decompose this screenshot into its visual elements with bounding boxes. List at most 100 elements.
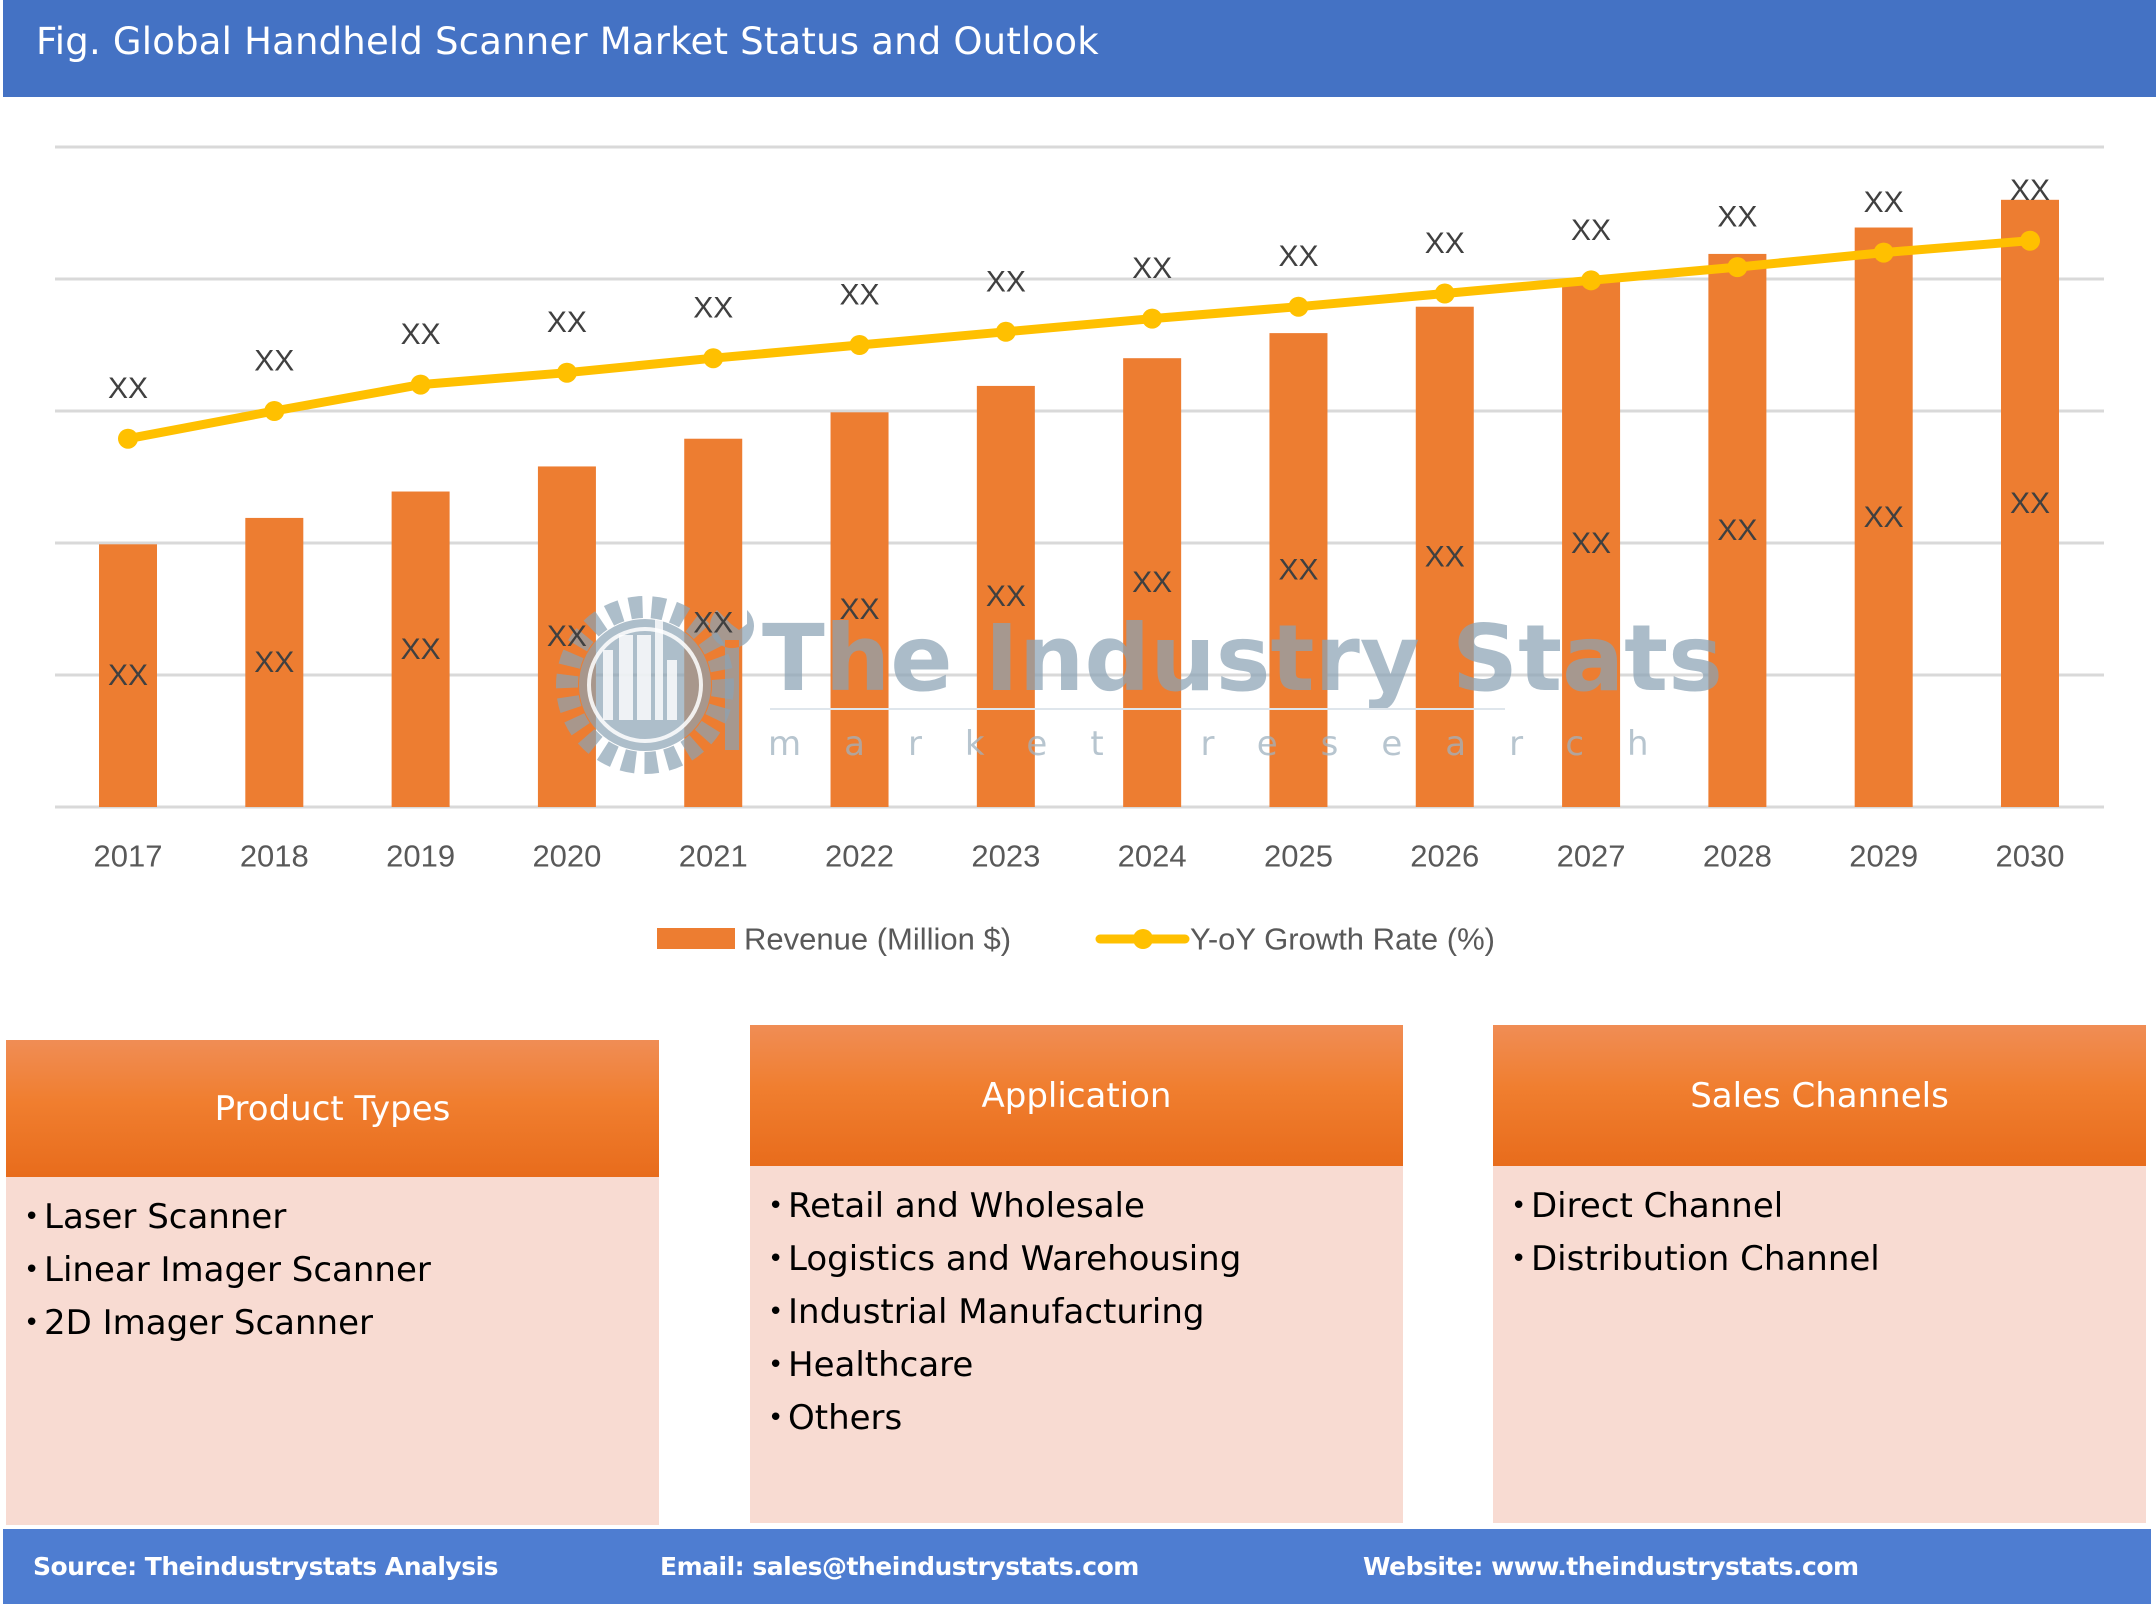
revenue-data-label-2028: XX [1717, 514, 1757, 547]
list-item-label: Others [788, 1398, 903, 1438]
growth-data-label-2029: XX [1864, 186, 1904, 219]
list-item-label: Logistics and Warehousing [788, 1239, 1242, 1279]
list-item: • Laser Scanner [24, 1191, 649, 1244]
list-item: • Others [768, 1392, 1393, 1445]
list-item-label: Distribution Channel [1531, 1239, 1880, 1279]
list-item: • Healthcare [768, 1339, 1393, 1392]
list-item: • Logistics and Warehousing [768, 1233, 1393, 1286]
list-item: • Distribution Channel [1511, 1233, 2136, 1286]
growth-data-label-2020: XX [547, 306, 587, 339]
growth-data-label-2018: XX [254, 345, 294, 378]
growth-data-label-2022: XX [840, 279, 880, 312]
panel-item-list: • Direct Channel • Distribution Channel [1511, 1180, 2136, 1286]
bullet-icon: • [1511, 1191, 1527, 1221]
revenue-bars [99, 199, 2059, 808]
x-tick-label-2018: 2018 [240, 839, 309, 874]
list-item-label: Industrial Manufacturing [788, 1292, 1205, 1332]
list-item: • Retail and Wholesale [768, 1180, 1393, 1233]
revenue-data-label-2030: XX [2010, 487, 2050, 520]
x-tick-label-2020: 2020 [532, 839, 601, 874]
bullet-icon: • [24, 1255, 40, 1285]
growth-data-label-2025: XX [1278, 240, 1318, 273]
x-tick-label-2027: 2027 [1557, 839, 1626, 874]
list-item: • Linear Imager Scanner [24, 1244, 649, 1297]
list-item-label: Linear Imager Scanner [44, 1250, 431, 1290]
growth-data-label-2024: XX [1132, 252, 1172, 285]
bullet-icon: • [768, 1403, 784, 1433]
x-tick-label-2028: 2028 [1703, 839, 1772, 874]
panel-header: Application [750, 1025, 1403, 1166]
revenue-data-label-2024: XX [1132, 566, 1172, 599]
x-tick-label-2029: 2029 [1849, 839, 1918, 874]
revenue-data-label-2017: XX [108, 659, 148, 692]
footer: Source: Theindustrystats Analysis Email:… [3, 1529, 2151, 1604]
legend-growth-label: Y-oY Growth Rate (%) [1190, 922, 1495, 957]
growth-data-label-2017: XX [108, 372, 148, 405]
x-tick-label-2026: 2026 [1410, 839, 1479, 874]
growth-marker-2018 [264, 401, 285, 421]
revenue-data-label-2020: XX [547, 620, 587, 653]
bullet-icon: • [768, 1297, 784, 1327]
growth-marker-2023 [995, 321, 1016, 342]
growth-data-label-2019: XX [401, 318, 441, 351]
list-item: • Industrial Manufacturing [768, 1286, 1393, 1339]
panel-product-types: Product Types • Laser Scanner • Linear Ima… [6, 1040, 659, 1525]
revenue-data-label-2025: XX [1278, 554, 1318, 587]
x-tick-label-2024: 2024 [1118, 839, 1187, 874]
growth-data-label-2026: XX [1425, 227, 1465, 260]
list-item-label: Direct Channel [1531, 1186, 1784, 1226]
list-item: • 2D Imager Scanner [24, 1297, 649, 1350]
revenue-data-label-2021: XX [693, 606, 733, 639]
bullet-icon: • [768, 1244, 784, 1274]
x-tick-label-2025: 2025 [1264, 839, 1333, 874]
revenue-data-label-2029: XX [1864, 501, 1904, 534]
growth-data-label-2027: XX [1571, 214, 1611, 247]
list-item: • Direct Channel [1511, 1180, 2136, 1233]
legend-revenue-label: Revenue (Million $) [744, 922, 1011, 957]
watermark-title: The Industry Stats [762, 605, 1723, 712]
x-tick-label-2023: 2023 [971, 839, 1040, 874]
growth-marker-2019 [410, 374, 431, 395]
revenue-data-label-2023: XX [986, 580, 1026, 613]
x-tick-label-2021: 2021 [679, 839, 748, 874]
growth-marker-2027 [1581, 270, 1602, 291]
revenue-data-label-2027: XX [1571, 527, 1611, 560]
bullet-icon: • [1511, 1244, 1527, 1274]
growth-marker-2024 [1142, 308, 1163, 329]
growth-marker-2030 [2020, 230, 2040, 251]
footer-website-link[interactable]: Website: www.theindustrystats.com [1363, 1529, 1859, 1604]
panel-application: Application • Retail and Wholesale • Logis… [750, 1025, 1403, 1523]
list-item-label: Laser Scanner [44, 1197, 287, 1237]
footer-email-link[interactable]: Email: sales@theindustrystats.com [660, 1529, 1139, 1604]
panel-sales-channels: Sales Channels • Direct Channel • Distribu… [1493, 1025, 2146, 1523]
revenue-data-label-2022: XX [840, 593, 880, 626]
x-tick-label-2030: 2030 [1996, 839, 2065, 874]
growth-data-label-2030: XX [2010, 174, 2050, 207]
panel-title: Sales Channels [1690, 1075, 1949, 1116]
growth-marker-2021 [703, 348, 724, 369]
panel-header: Sales Channels [1493, 1025, 2146, 1166]
growth-data-label-2021: XX [693, 292, 733, 325]
revenue-data-label-2019: XX [401, 633, 441, 666]
revenue-data-label-2018: XX [254, 646, 294, 679]
growth-marker-2017 [118, 428, 138, 449]
x-tick-label-2022: 2022 [825, 839, 894, 874]
chart: The Industry Stats market research XX XX X… [55, 145, 2104, 957]
list-item-label: Healthcare [788, 1345, 974, 1385]
x-axis-tick-labels: 2017 2018 2019 2020 2021 2022 2023 2024 2025 2026… [94, 839, 2065, 874]
panel-item-list: • Laser Scanner • Linear Imager Scanner • 2… [24, 1191, 649, 1350]
x-tick-label-2017: 2017 [94, 839, 163, 874]
x-tick-label-2019: 2019 [386, 839, 455, 874]
growth-marker-2022 [849, 335, 870, 355]
growth-data-label-2023: XX [986, 265, 1026, 298]
list-item-label: Retail and Wholesale [788, 1186, 1145, 1226]
legend-revenue-swatch [657, 928, 735, 949]
growth-marker-2028 [1727, 257, 1748, 278]
panel-item-list: • Retail and Wholesale • Logistics and War… [768, 1180, 1393, 1445]
bullet-icon: • [768, 1350, 784, 1380]
bullet-icon: • [24, 1308, 40, 1338]
panel-title: Product Types [214, 1088, 451, 1129]
bullet-icon: • [24, 1202, 40, 1232]
revenue-data-label-2026: XX [1425, 540, 1465, 573]
panel-title: Application [981, 1075, 1172, 1116]
